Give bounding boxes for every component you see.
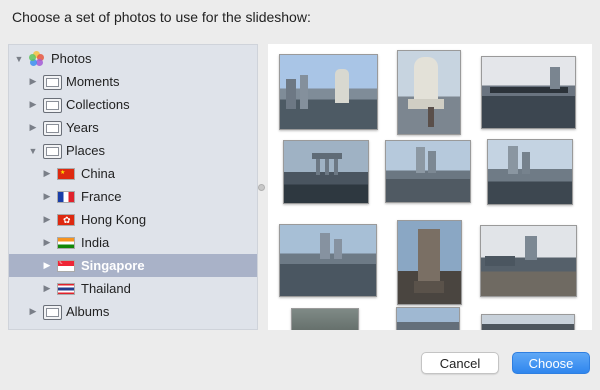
sidebar-item-label: Collections (66, 97, 130, 112)
sidebar-item-label: Albums (66, 304, 110, 319)
sidebar-item-albums[interactable]: ▶ Albums (9, 300, 257, 323)
sidebar-item-label: India (81, 235, 110, 250)
sidebar-item-label: Moments (66, 74, 120, 89)
singapore-flag-icon: ☾ (57, 259, 75, 272)
photo-thumbnail[interactable] (481, 56, 576, 129)
photo-thumbnail[interactable] (396, 307, 460, 330)
sidebar-item-collections[interactable]: ▶ Collections (9, 93, 257, 116)
source-list-sidebar[interactable]: ▼ Photos ▶ Moments ▶ Collections ▶ Years… (8, 44, 258, 330)
photo-thumbnail[interactable] (291, 308, 359, 330)
sidebar-item-label: France (81, 189, 122, 204)
sidebar-item-label: Singapore (81, 258, 145, 273)
thailand-flag-icon (57, 282, 75, 295)
photos-app-icon (29, 50, 45, 67)
disclosure-closed-icon[interactable]: ▶ (41, 168, 53, 180)
sidebar-item-label: Hong Kong (81, 212, 147, 227)
china-flag-icon: ★ (57, 167, 75, 180)
disclosure-closed-icon[interactable]: ▶ (41, 260, 53, 272)
disclosure-closed-icon[interactable]: ▶ (41, 214, 53, 226)
split-view-divider-handle[interactable] (258, 184, 265, 191)
sidebar-item-label: Thailand (81, 281, 131, 296)
photo-thumbnail[interactable] (279, 54, 378, 130)
sidebar-item-china[interactable]: ▶ ★ China (9, 162, 257, 185)
hong-kong-flag-icon: ✿ (57, 213, 75, 226)
france-flag-icon (57, 190, 75, 203)
photo-thumbnail[interactable] (481, 314, 575, 330)
photo-thumbnail[interactable] (397, 220, 462, 305)
folder-icon (43, 98, 62, 113)
disclosure-closed-icon[interactable]: ▶ (27, 76, 39, 88)
sidebar-item-india[interactable]: ▶ India (9, 231, 257, 254)
disclosure-closed-icon[interactable]: ▶ (41, 191, 53, 203)
disclosure-open-icon[interactable]: ▼ (13, 53, 25, 65)
sidebar-item-label: China (81, 166, 115, 181)
india-flag-icon (57, 236, 75, 249)
photo-thumbnail[interactable] (397, 50, 461, 135)
choose-button[interactable]: Choose (512, 352, 590, 374)
folder-icon (43, 121, 62, 136)
sidebar-item-label: Photos (51, 51, 92, 66)
disclosure-closed-icon[interactable]: ▶ (27, 122, 39, 134)
photo-thumbnail[interactable] (283, 140, 369, 204)
sidebar-item-label: Places (66, 143, 106, 158)
disclosure-closed-icon[interactable]: ▶ (41, 237, 53, 249)
sidebar-item-moments[interactable]: ▶ Moments (9, 70, 257, 93)
disclosure-closed-icon[interactable]: ▶ (27, 306, 39, 318)
disclosure-open-icon[interactable]: ▼ (27, 145, 39, 157)
photo-thumbnail[interactable] (480, 225, 577, 297)
sidebar-item-france[interactable]: ▶ France (9, 185, 257, 208)
sidebar-item-hong-kong[interactable]: ▶ ✿ Hong Kong (9, 208, 257, 231)
sidebar-item-singapore[interactable]: ▶ ☾ Singapore (9, 254, 257, 277)
disclosure-closed-icon[interactable]: ▶ (27, 99, 39, 111)
folder-icon (43, 305, 62, 320)
sidebar-item-places[interactable]: ▼ Places (9, 139, 257, 162)
sidebar-item-years[interactable]: ▶ Years (9, 116, 257, 139)
sidebar-item-thailand[interactable]: ▶ Thailand (9, 277, 257, 300)
dialog-prompt: Choose a set of photos to use for the sl… (12, 9, 311, 25)
disclosure-closed-icon[interactable]: ▶ (41, 283, 53, 295)
photo-thumbnail[interactable] (487, 139, 573, 205)
sidebar-item-label: Years (66, 120, 99, 135)
photo-thumbnail[interactable] (279, 224, 377, 297)
photo-thumbnail[interactable] (385, 140, 471, 203)
sidebar-item-photos[interactable]: ▼ Photos (9, 47, 257, 70)
cancel-button[interactable]: Cancel (421, 352, 499, 374)
folder-icon (43, 144, 62, 159)
photo-grid[interactable] (268, 44, 592, 330)
folder-icon (43, 75, 62, 90)
